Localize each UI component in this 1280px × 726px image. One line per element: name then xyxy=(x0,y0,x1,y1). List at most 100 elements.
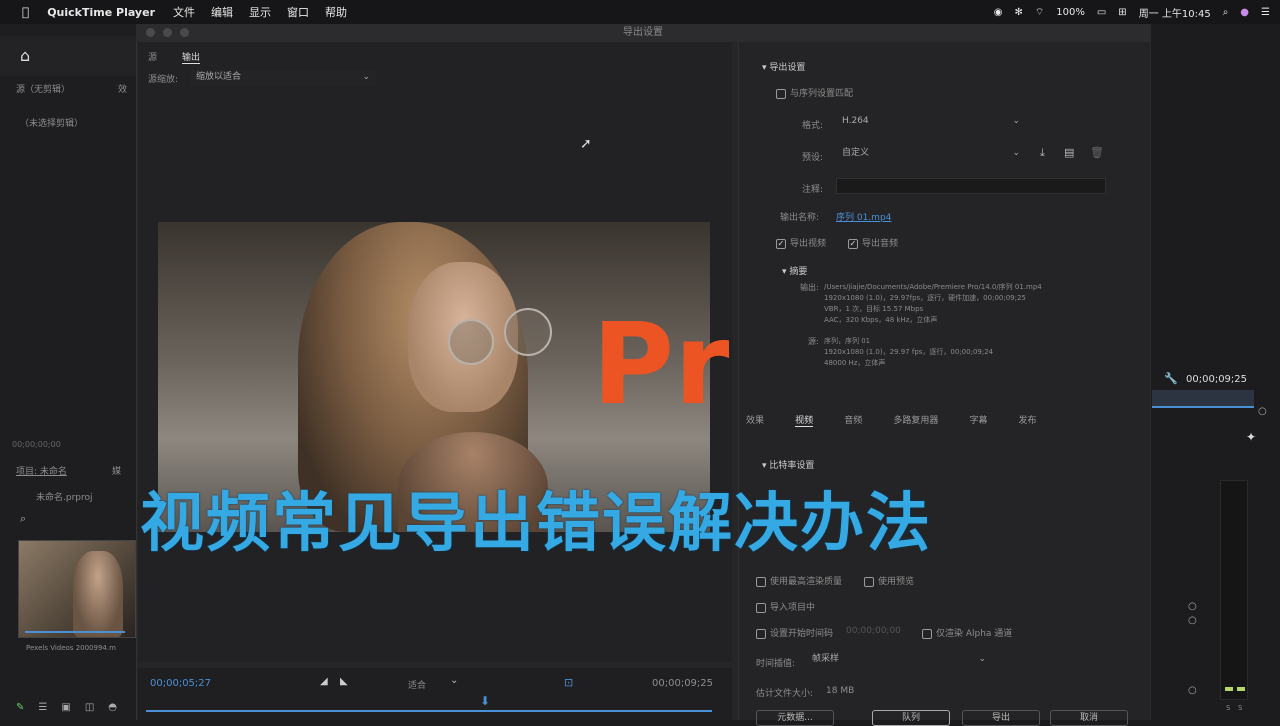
export-audio-label: 导出音频 xyxy=(862,239,899,249)
render-alpha-label: 仅渲染 Alpha 通道 xyxy=(936,629,1013,639)
playhead-timecode[interactable]: 00;00;05;27 xyxy=(150,678,211,689)
use-previews-checkbox[interactable]: 使用预览 xyxy=(864,574,914,587)
max-render-quality-box[interactable] xyxy=(756,576,766,587)
save-preset-icon[interactable]: ⤓ xyxy=(1040,146,1045,160)
effects-tab[interactable]: 效 xyxy=(118,82,127,95)
scroll-knob-icon[interactable]: ○ xyxy=(1258,406,1267,417)
sort-icon[interactable]: ◓ xyxy=(108,702,117,713)
battery-icon[interactable]: ▭ xyxy=(1097,7,1106,18)
render-alpha-box[interactable] xyxy=(922,628,932,639)
tab-multiplexer[interactable]: 多路复用器 xyxy=(893,416,938,426)
siri-icon[interactable]: ● xyxy=(1240,7,1249,18)
set-start-timecode-box[interactable] xyxy=(756,628,766,639)
import-project-box[interactable] xyxy=(756,602,766,613)
status-circle-icon[interactable]: ◉ xyxy=(994,7,1003,18)
menu-edit[interactable]: 编辑 xyxy=(211,4,233,20)
input-source-icon[interactable]: ⊞ xyxy=(1118,7,1126,18)
import-preset-icon[interactable]: ▤ xyxy=(1064,146,1074,159)
slider-knob-icon[interactable]: ○ xyxy=(1188,684,1198,698)
media-browser-tab[interactable]: 媒 xyxy=(112,464,121,477)
source-timecode: 00;00;00;00 xyxy=(12,440,61,449)
set-start-timecode-checkbox[interactable]: 设置开始时间码 xyxy=(756,626,833,639)
slider-knob-icon[interactable]: ○ xyxy=(1188,600,1198,614)
source-scaling-dropdown[interactable]: 缩放以适合 ⌄ xyxy=(190,70,376,86)
preset-label: 预设: xyxy=(802,153,824,163)
pencil-icon[interactable]: ✎ xyxy=(16,702,24,713)
minimize-window-icon[interactable] xyxy=(163,28,172,37)
spotlight-search-icon[interactable]: ⌕ xyxy=(1223,7,1229,18)
match-sequence-box[interactable] xyxy=(776,88,786,99)
tab-video[interactable]: 视频 xyxy=(795,416,814,427)
import-project-checkbox[interactable]: 导入项目中 xyxy=(756,600,815,613)
search-icon[interactable]: ⌕ xyxy=(20,512,26,526)
match-sequence-checkbox[interactable]: 与序列设置匹配 xyxy=(776,86,853,99)
bitrate-section[interactable]: ▾ 比特率设置 xyxy=(762,458,814,471)
preset-dropdown[interactable]: 自定义 ⌄ xyxy=(836,146,1024,162)
max-render-quality-checkbox[interactable]: 使用最高渲染质量 xyxy=(756,574,842,587)
track-slider-handles[interactable]: ○ ○ ○ xyxy=(1188,600,1198,700)
menu-window[interactable]: 窗口 xyxy=(287,4,309,20)
playhead-marker-icon[interactable]: ⬇ xyxy=(480,694,490,708)
export-audio-box[interactable]: ✓ xyxy=(848,238,858,249)
clip-thumbnail[interactable] xyxy=(18,540,136,638)
time-interpolation-dropdown[interactable]: 帧采样 ⌄ xyxy=(806,652,990,668)
list-view-icon[interactable]: ☰ xyxy=(38,702,47,713)
add-marker-icon[interactable]: ✦ xyxy=(1246,430,1256,444)
export-button[interactable]: 导出 xyxy=(962,710,1040,726)
mark-in-icon[interactable]: ◢ xyxy=(320,676,328,687)
app-name-menu[interactable]: QuickTime Player xyxy=(47,6,155,19)
tab-captions[interactable]: 字幕 xyxy=(969,416,987,426)
thumb-progress xyxy=(25,631,125,633)
menu-help[interactable]: 帮助 xyxy=(325,4,347,20)
tab-source[interactable]: 源 xyxy=(148,50,157,63)
program-timecode: 00;00;09;25 xyxy=(1186,374,1248,385)
slider-knob-icon[interactable]: ○ xyxy=(1188,614,1198,628)
apple-menu-icon[interactable]:  xyxy=(22,5,29,19)
status-gear-icon[interactable]: ✻ xyxy=(1014,7,1022,18)
output-name-link[interactable]: 序列 01.mp4 xyxy=(836,210,891,223)
tab-publish[interactable]: 发布 xyxy=(1019,416,1037,426)
export-audio-checkbox[interactable]: ✓ 导出音频 xyxy=(848,236,898,249)
project-tab[interactable]: 项目: 未命名 xyxy=(16,464,67,477)
close-window-icon[interactable] xyxy=(146,28,155,37)
zoom-window-icon[interactable] xyxy=(180,28,189,37)
mark-out-icon[interactable]: ◣ xyxy=(340,676,348,687)
use-previews-box[interactable] xyxy=(864,576,874,587)
source-panel-label[interactable]: 源（无剪辑） xyxy=(16,82,70,95)
wrench-icon[interactable]: 🔧 xyxy=(1164,372,1178,385)
settings-tabs: 效果 视频 音频 多路复用器 字幕 发布 xyxy=(746,408,1063,427)
summary-output-line: VBR，1 次，目标 15.57 Mbps xyxy=(824,305,924,313)
clock[interactable]: 周一 上午10:45 xyxy=(1139,5,1211,20)
start-timecode-value[interactable]: 00;00;00;00 xyxy=(846,626,901,636)
project-file-name: 未命名.prproj xyxy=(36,493,93,503)
export-video-checkbox[interactable]: ✓ 导出视频 xyxy=(776,236,826,249)
tab-effects[interactable]: 效果 xyxy=(746,416,764,426)
tab-output[interactable]: 输出 xyxy=(182,50,201,64)
battery-percent[interactable]: 100% xyxy=(1056,7,1085,18)
estimated-size-label: 估计文件大小: xyxy=(756,689,814,699)
timeline-scrubber[interactable] xyxy=(146,710,712,712)
menu-bar:  QuickTime Player 文件 编辑 显示 窗口 帮助 ◉ ✻ ⌔ … xyxy=(0,0,1280,24)
menu-file[interactable]: 文件 xyxy=(173,4,195,20)
tab-audio[interactable]: 音频 xyxy=(844,416,862,426)
comments-input[interactable] xyxy=(836,178,1106,194)
freeform-view-icon[interactable]: ◫ xyxy=(85,702,94,713)
format-chevron-icon: ⌄ xyxy=(1012,116,1020,126)
summary-section[interactable]: ▾ 摘要 xyxy=(782,264,807,277)
cancel-button[interactable]: 取消 xyxy=(1050,710,1128,726)
icon-view-icon[interactable]: ▣ xyxy=(61,702,70,713)
program-scrubber[interactable] xyxy=(1152,390,1254,408)
notification-center-icon[interactable]: ☰ xyxy=(1261,7,1270,18)
format-dropdown[interactable]: H.264 ⌄ xyxy=(836,114,1024,130)
export-video-box[interactable]: ✓ xyxy=(776,238,786,249)
queue-button[interactable]: 队列 xyxy=(872,710,950,726)
metadata-button[interactable]: 元数据... xyxy=(756,710,834,726)
render-alpha-checkbox[interactable]: 仅渲染 Alpha 通道 xyxy=(922,626,1012,639)
menu-view[interactable]: 显示 xyxy=(249,4,271,20)
home-icon[interactable]: ⌂ xyxy=(20,46,30,65)
delete-preset-icon[interactable]: 🗑 xyxy=(1090,146,1104,159)
wifi-icon[interactable]: ⌔ xyxy=(1035,6,1044,19)
fit-dropdown[interactable]: 适合 xyxy=(408,678,426,691)
aspect-toggle-icon[interactable]: ⊡ xyxy=(564,676,573,689)
export-settings-section[interactable]: ▾ 导出设置 xyxy=(762,60,805,73)
